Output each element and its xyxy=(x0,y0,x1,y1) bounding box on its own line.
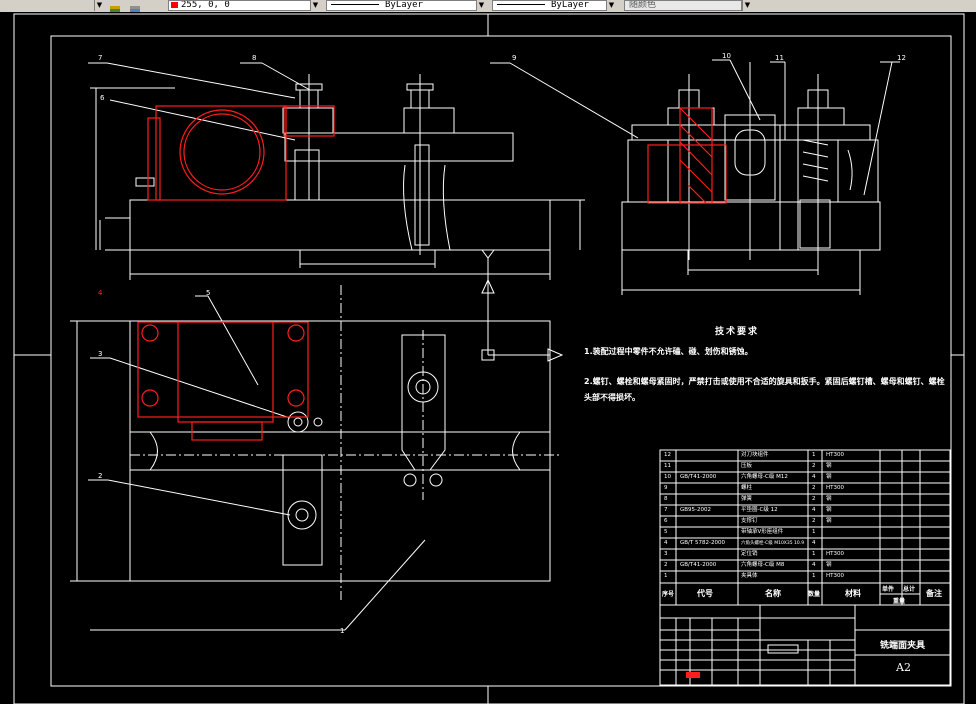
lineweight-control[interactable]: ByLayer xyxy=(492,0,616,11)
linetype-control[interactable]: ByLayer xyxy=(326,0,486,11)
part-label-5[interactable]: 5 xyxy=(206,289,210,297)
part-label-3[interactable]: 3 xyxy=(98,350,102,358)
plotstyle-control[interactable]: 随颜色 xyxy=(624,0,742,11)
part-label-1[interactable]: 1 xyxy=(340,627,344,635)
color-value: 255, 0, 0 xyxy=(181,0,230,10)
front-view xyxy=(90,74,585,280)
part-label-12[interactable]: 12 xyxy=(897,54,906,62)
tech-requirements-title: 技术要求 xyxy=(715,327,760,337)
part-label-8[interactable]: 8 xyxy=(252,54,256,62)
part-label-9[interactable]: 9 xyxy=(512,54,516,62)
linetype-dropdown-icon[interactable]: ▼ xyxy=(476,0,486,11)
side-view xyxy=(621,62,881,295)
plotstyle-dropdown-icon[interactable]: ▼ xyxy=(742,0,752,11)
color-control[interactable]: 255, 0, 0 xyxy=(168,0,320,11)
top-view xyxy=(70,285,560,600)
highlighted-fills xyxy=(686,672,700,678)
part-label-6[interactable]: 6 xyxy=(100,94,104,102)
tech-requirement-1: 1.装配过程中零件不允许磕、碰、划伤和锈蚀。 xyxy=(584,347,753,356)
layer-previous-icon[interactable] xyxy=(128,0,142,12)
part-label-10[interactable]: 10 xyxy=(722,52,731,60)
drawing-canvas[interactable]: 7 6 8 9 10 11 12 4 5 3 2 1 技术要求 1.装配过程中零… xyxy=(0,12,976,704)
part-label-4[interactable]: 4 xyxy=(98,289,102,297)
part-label-11[interactable]: 11 xyxy=(775,54,784,62)
color-swatch xyxy=(171,2,178,8)
part-label-7[interactable]: 7 xyxy=(98,54,102,62)
plotstyle-value: 随颜色 xyxy=(629,0,657,10)
dropdown-arrow-icon[interactable]: ▼ xyxy=(94,0,104,11)
tech-requirement-2a: 2.螺钉、螺栓和螺母紧固时，严禁打击或使用不合适的旋具和扳手。紧固后螺钉槽、螺母… xyxy=(584,377,945,386)
highlighted-components xyxy=(137,105,727,441)
tech-requirement-2b: 头部不得损坏。 xyxy=(584,393,640,402)
linetype-value: ByLayer xyxy=(385,0,423,10)
sheet-size: A2 xyxy=(896,661,911,674)
layer-states-icon[interactable] xyxy=(108,0,122,12)
part-label-2[interactable]: 2 xyxy=(98,472,102,480)
drawing-name: 铣端面夹具 xyxy=(880,641,926,651)
color-dropdown-icon[interactable]: ▼ xyxy=(310,0,320,11)
lineweight-value: ByLayer xyxy=(551,0,589,10)
cad-drawing xyxy=(13,13,965,704)
lineweight-dropdown-icon[interactable]: ▼ xyxy=(606,0,616,11)
